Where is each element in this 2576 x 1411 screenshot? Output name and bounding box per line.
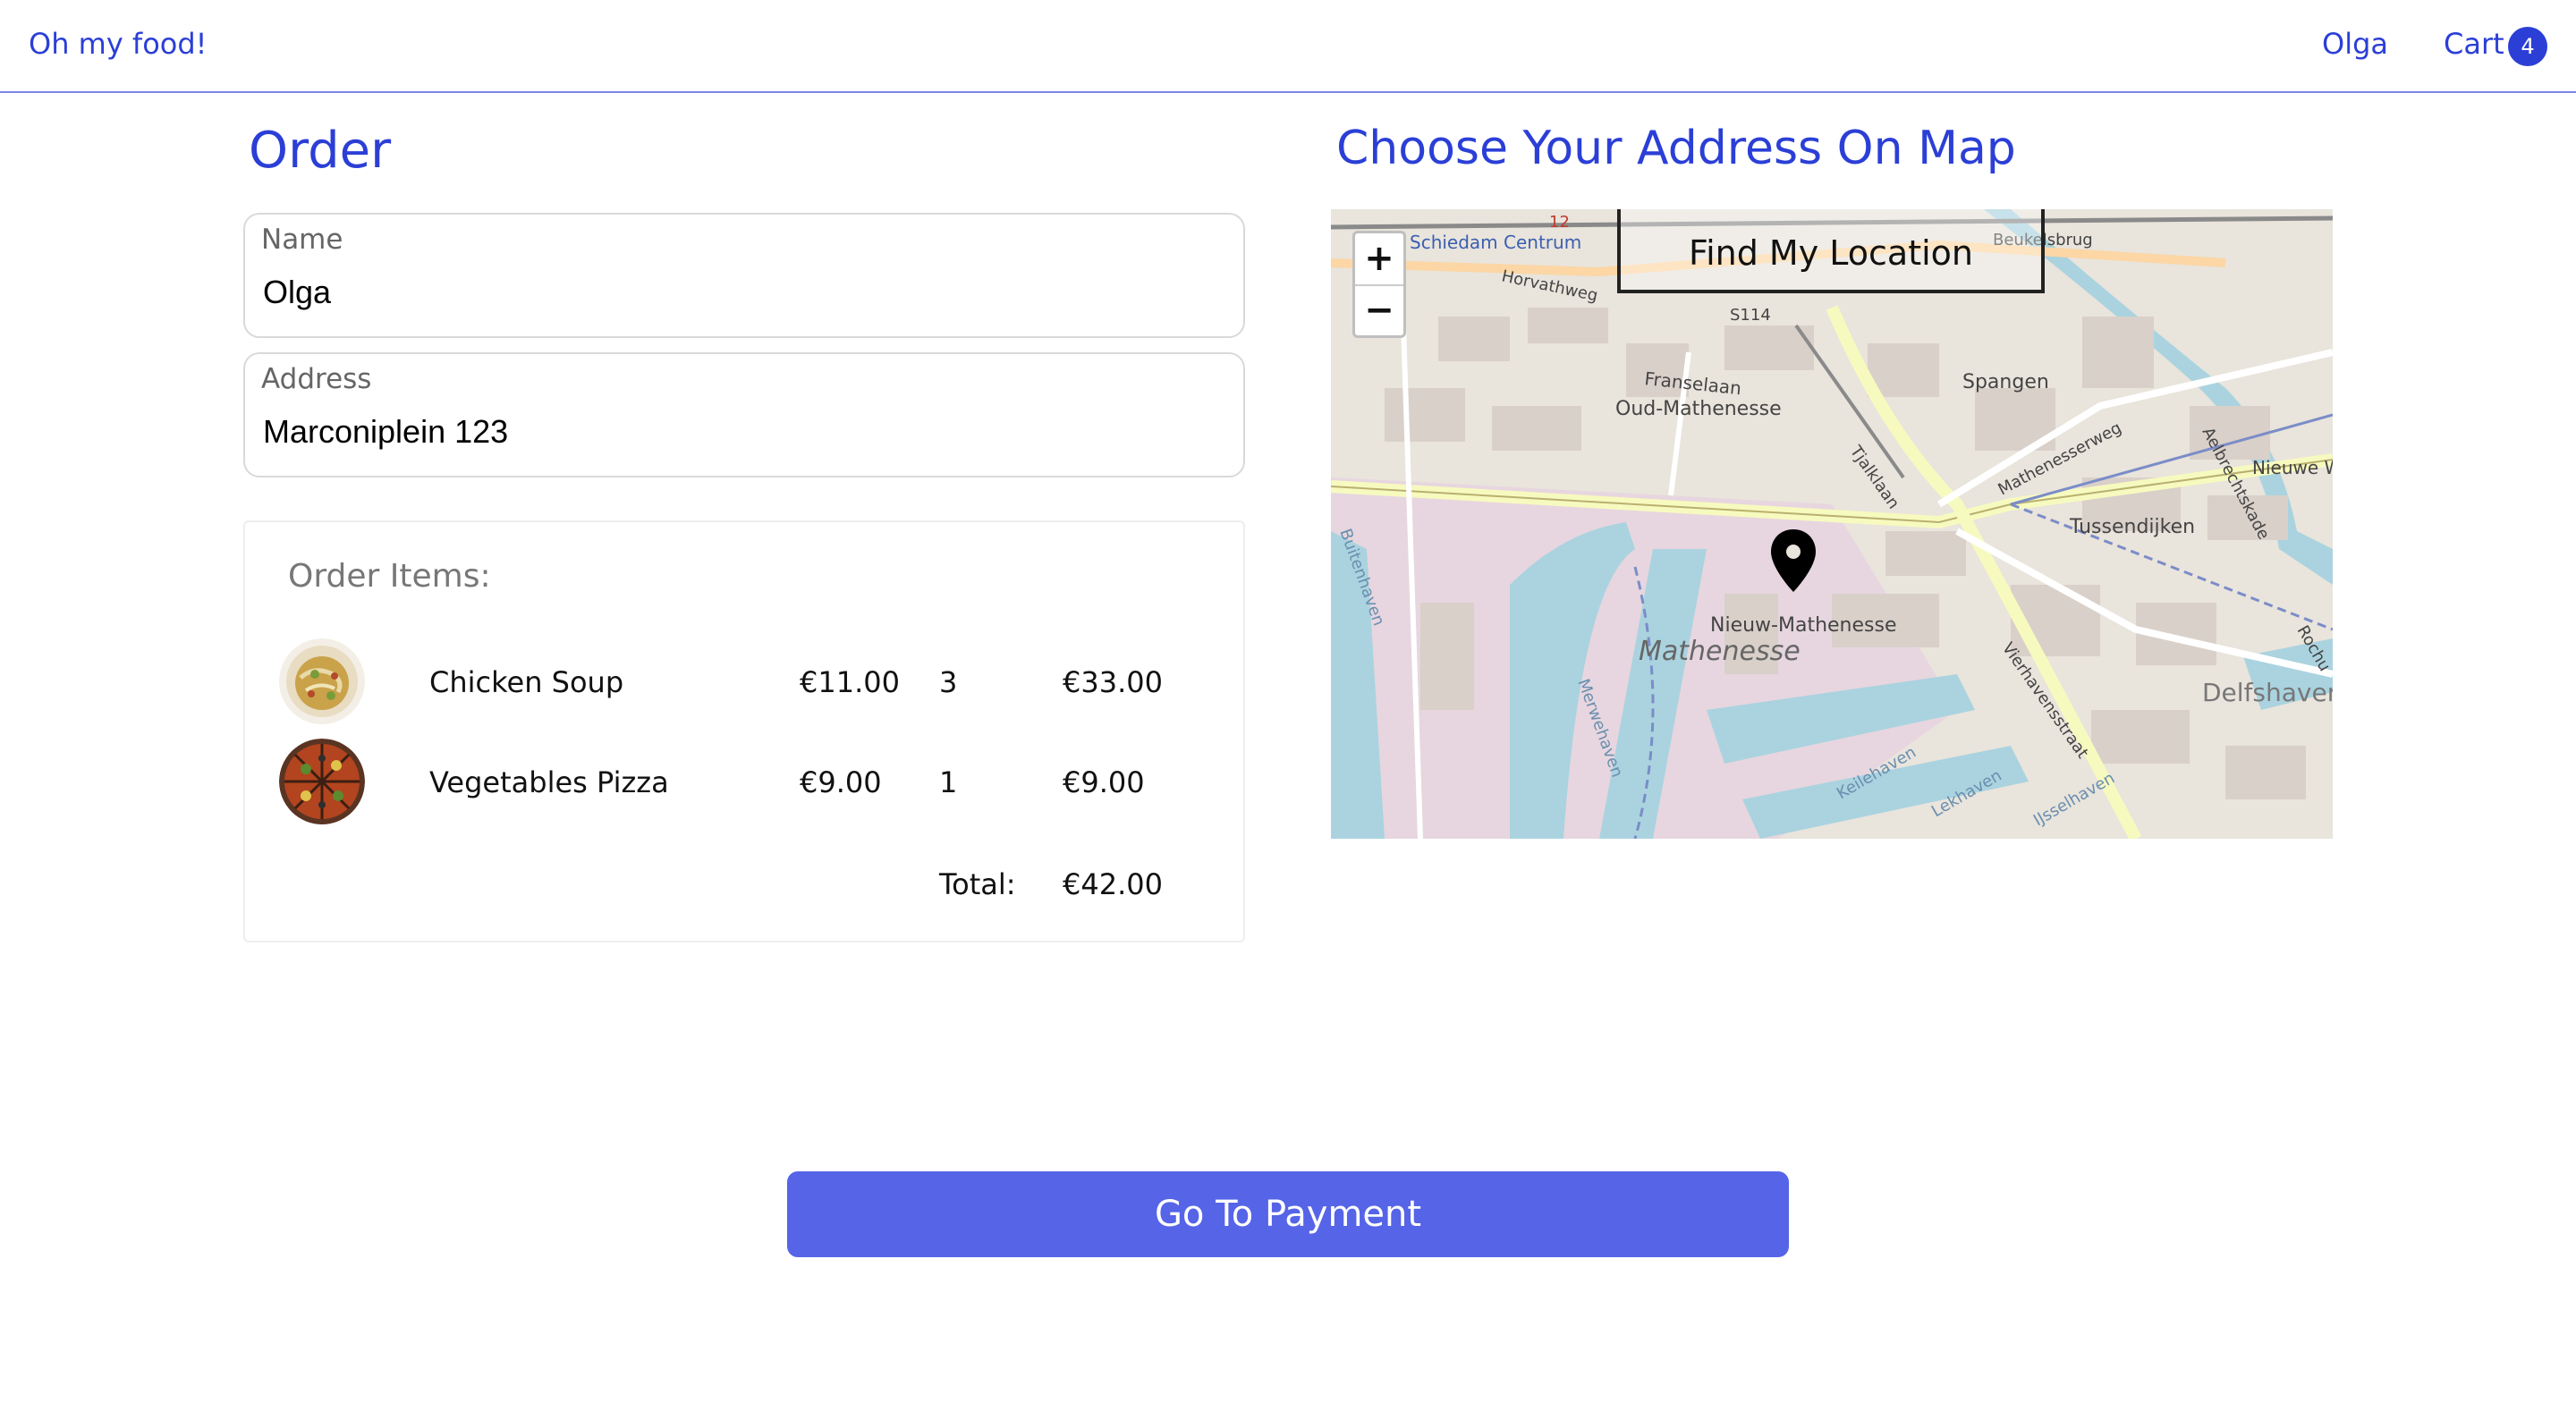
chicken-soup-image: [279, 638, 365, 724]
order-item-row: Chicken Soup €11.00 3 €33.00: [245, 638, 1243, 728]
map-label: Tussendijken: [2069, 516, 2195, 538]
map-label: Nieuw-Mathenesse: [1710, 614, 1896, 637]
map-label: S114: [1730, 306, 1771, 325]
cart-link[interactable]: Cart: [2444, 27, 2504, 61]
name-field[interactable]: Name: [243, 213, 1245, 338]
order-items-title: Order Items:: [288, 558, 491, 595]
go-to-payment-button[interactable]: Go To Payment: [787, 1171, 1789, 1257]
map-label: Nieuwe W: [2252, 457, 2333, 478]
zoom-out-button[interactable]: −: [1355, 285, 1403, 336]
address-field[interactable]: Address: [243, 352, 1245, 477]
vegetables-pizza-image: [279, 739, 365, 824]
item-quantity: 1: [939, 765, 958, 799]
top-navbar: Oh my food! Olga Cart 4: [0, 0, 2576, 93]
map-marker-icon[interactable]: [1769, 529, 1818, 592]
map-label: Schiedam Centrum: [1410, 232, 1581, 253]
map-heading: Choose Your Address On Map: [1336, 122, 2016, 175]
map-label: Mathenesse: [1639, 636, 1801, 667]
total-value: €42.00: [1063, 867, 1163, 901]
item-name: Chicken Soup: [429, 665, 624, 699]
find-my-location-button[interactable]: Find My Location: [1617, 209, 2045, 293]
item-subtotal: €33.00: [1063, 665, 1163, 699]
item-name: Vegetables Pizza: [429, 765, 669, 799]
cart-count-badge[interactable]: 4: [2508, 27, 2547, 66]
address-field-label: Address: [261, 363, 372, 395]
brand-link[interactable]: Oh my food!: [29, 27, 207, 61]
name-input[interactable]: [263, 270, 1220, 315]
address-input[interactable]: [263, 410, 1220, 454]
order-items-card: Order Items: Chicken Soup €11.00 3 €33.0…: [243, 520, 1245, 942]
total-label: Total:: [939, 867, 1016, 901]
name-field-label: Name: [261, 224, 343, 256]
map-label: Spangen: [1962, 371, 2049, 393]
item-price: €9.00: [800, 765, 882, 799]
item-subtotal: €9.00: [1063, 765, 1145, 799]
item-quantity: 3: [939, 665, 958, 699]
address-map[interactable]: Schiedam Centrum Horvathweg S114 Fransel…: [1331, 209, 2333, 839]
user-menu-link[interactable]: Olga: [2322, 27, 2388, 61]
zoom-in-button[interactable]: +: [1355, 233, 1403, 286]
map-label: 12: [1549, 213, 1570, 232]
order-heading: Order: [249, 122, 392, 180]
map-label: Oud-Mathenesse: [1615, 398, 1782, 420]
item-price: €11.00: [800, 665, 900, 699]
map-label: Delfshaven: [2202, 678, 2333, 707]
order-item-row: Vegetables Pizza €9.00 1 €9.00: [245, 739, 1243, 828]
map-zoom-control: + −: [1352, 231, 1406, 338]
